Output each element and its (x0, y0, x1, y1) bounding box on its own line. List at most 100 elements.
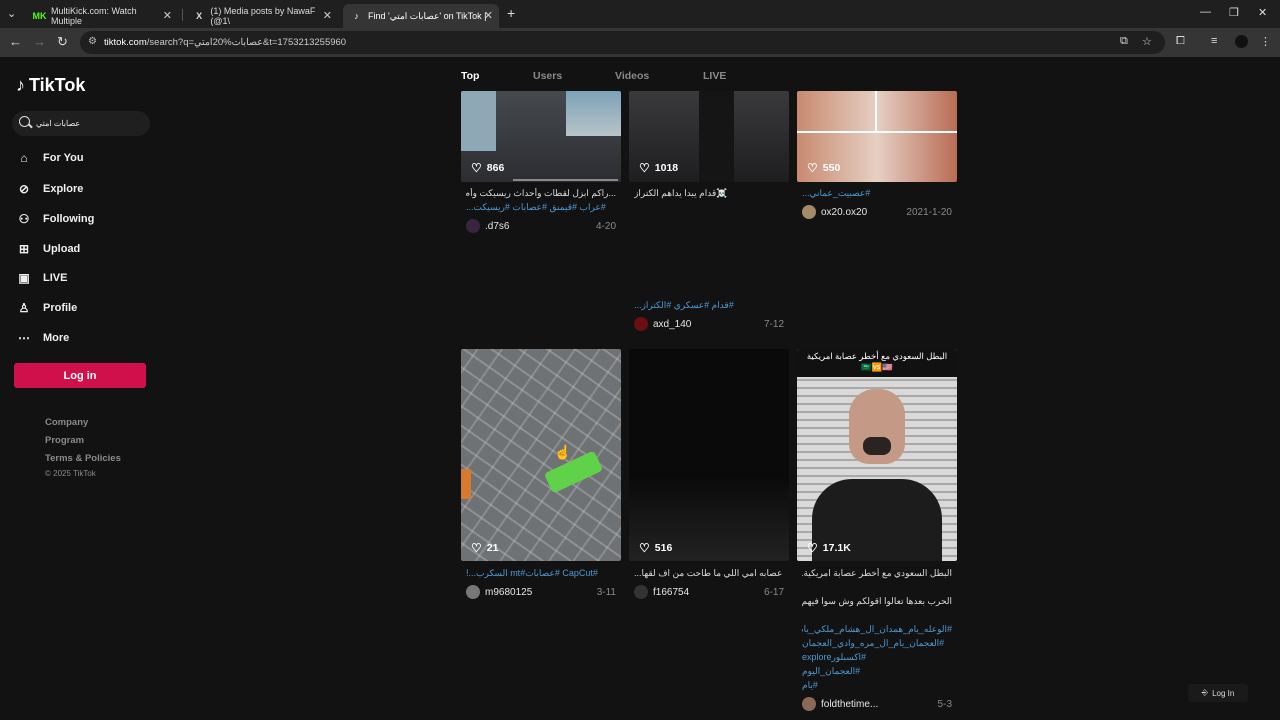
author-row[interactable]: ox20.ox20 2021-1-20 (802, 205, 952, 219)
video-tags[interactable]: #قدام #عسكري #الكتراز... (634, 300, 784, 311)
sidebar-item-profile[interactable]: ♙ Profile (16, 300, 78, 316)
video-tags[interactable]: #عراب #قيمنق #عصابات #ريسيكت... (466, 202, 616, 213)
sidebar-item-more[interactable]: ⋯ More (16, 330, 69, 346)
person-icon: ♙ (18, 301, 30, 315)
reload-icon[interactable]: ↻ (57, 34, 68, 50)
author-name: .d7s6 (485, 220, 510, 232)
sidebar-item-for-you[interactable]: ⌂ For You (16, 150, 83, 166)
sidebar-item-following[interactable]: ⚇ Following (16, 211, 95, 227)
avatar (466, 585, 480, 599)
footer-link-terms[interactable]: Terms & Policies (45, 453, 121, 464)
tab-videos[interactable]: Videos (615, 70, 649, 82)
live-tv-icon: ▣ (18, 271, 30, 285)
login-icon: ⎆ (1201, 688, 1209, 697)
post-date: 3-11 (596, 586, 616, 598)
url-path: /search?q=عصابات%20امتي&t=1753213255960 (146, 37, 347, 48)
author-row[interactable]: m9680125 3-11 (466, 585, 616, 599)
close-tab-icon[interactable]: ✕ (484, 9, 493, 22)
url-host: tiktok.com (104, 37, 147, 48)
video-tag-line[interactable]: #الوعله_يام_همدان_ال_هشام_ملكي_يام (802, 624, 952, 635)
floating-login-label: Log In (1212, 688, 1235, 698)
back-icon[interactable]: ← (9, 34, 22, 49)
video-thumbnail[interactable] (629, 349, 789, 561)
like-count: ♡ 1018 (639, 161, 678, 175)
browser-tab-strip: ⌄ MK MultiKick.com: Watch Multiple ✕ X (… (0, 0, 1280, 28)
mouse-cursor-icon: ☝ (554, 444, 572, 460)
home-icon: ⌂ (20, 151, 28, 165)
search-input[interactable]: عصابات امتي (12, 111, 150, 136)
video-tag-line[interactable]: #العجمان_اليوم (802, 666, 952, 677)
author-row[interactable]: f166754 6-17 (634, 585, 784, 599)
video-caption[interactable]: عصابه امي اللي ما طاحت من اف لقها... (634, 568, 784, 579)
install-app-icon[interactable]: ⧉ (1120, 35, 1128, 48)
browser-tab-x[interactable]: X (1) Media posts by NawaF (@1\ ✕ (186, 4, 338, 28)
video-caption[interactable]: البطل السعودي مع أخطر عصابة امريكية... (802, 568, 952, 579)
tab-search-icon[interactable]: ⌄ (7, 7, 16, 20)
media-control-icon[interactable]: ≡ (1211, 35, 1217, 47)
multikick-favicon-icon: MK (32, 11, 47, 21)
sidebar-item-upload[interactable]: ⊞ Upload (16, 241, 80, 257)
minimize-icon[interactable]: — (1200, 6, 1211, 18)
restore-icon[interactable]: ❐ (1229, 6, 1239, 19)
avatar (634, 585, 648, 599)
video-caption[interactable]: ☠️قدام يبدا يداهم الكتراز (634, 188, 784, 199)
footer-link-company[interactable]: Company (45, 417, 88, 428)
like-count: ♡ 21 (471, 541, 498, 555)
sidebar-item-live[interactable]: ▣ LIVE (16, 270, 67, 286)
author-name: m9680125 (485, 586, 533, 598)
footer-link-program[interactable]: Program (45, 435, 84, 446)
video-tag-line[interactable]: #اكسبلورexplore (802, 652, 952, 663)
author-row[interactable]: foldthetime... 5-3 (802, 697, 952, 711)
x-favicon-icon: X (196, 11, 203, 21)
new-tab-button[interactable]: + (507, 5, 515, 21)
tab-top[interactable]: Top (461, 70, 479, 82)
site-info-icon[interactable]: ⚙ (88, 36, 97, 47)
sidebar-item-label: LIVE (43, 272, 68, 284)
like-value: 866 (486, 162, 505, 174)
avatar (802, 697, 816, 711)
author-row[interactable]: .d7s6 4-20 (466, 219, 616, 233)
like-value: 550 (822, 162, 841, 174)
post-date: 7-12 (763, 318, 784, 330)
close-tab-icon[interactable]: ✕ (163, 9, 172, 22)
author-name: axd_140 (653, 318, 692, 330)
browser-toolbar: ← → ↻ ⚙ tiktok.com/search?q=عصابات%20امت… (0, 28, 1280, 57)
heart-icon: ♡ (639, 161, 650, 175)
video-tag-line[interactable]: #العجمان_يام_ال_مره_وادي_العجمان (802, 638, 952, 649)
video-tag-line[interactable]: #يام (802, 680, 952, 691)
tab-title: Find 'عصابات امتي' on TikTok | (368, 10, 487, 21)
tiktok-logo[interactable]: ♪ TikTok (16, 75, 85, 96)
profile-avatar-icon[interactable] (1235, 35, 1248, 48)
close-tab-icon[interactable]: ✕ (323, 9, 332, 22)
bookmark-star-icon[interactable]: ☆ (1142, 35, 1152, 48)
sidebar-item-label: More (43, 332, 70, 344)
video-tags[interactable]: #CapCut #عصابات#mt السكرب...! (466, 568, 616, 579)
post-date: 6-17 (763, 586, 784, 598)
sidebar-item-explore[interactable]: ⊘ Explore (16, 181, 83, 197)
like-value: 1018 (654, 162, 679, 174)
video-thumbnail[interactable]: البطل السعودي مع أخطر عصابة امريكية 🇸🇦🆚🇺… (797, 349, 957, 561)
video-tags[interactable]: #عصبيت_عماني... (802, 188, 952, 199)
video-caption-line2[interactable]: الحرب بعدها تعالوا اقولكم وش سوا فيهم ..… (802, 596, 952, 607)
avatar (466, 219, 480, 233)
tab-live[interactable]: LIVE (703, 70, 726, 82)
forward-icon[interactable]: → (33, 34, 46, 49)
login-button[interactable]: Log in (14, 363, 146, 388)
heart-icon: ♡ (639, 541, 650, 555)
floating-login-button[interactable]: ⎆ Log In (1188, 684, 1248, 702)
address-bar[interactable]: ⚙ tiktok.com/search?q=عصابات%20امتي&t=17… (80, 31, 1165, 54)
extensions-icon[interactable]: ⧠ (1176, 35, 1185, 48)
tab-users[interactable]: Users (533, 70, 562, 82)
author-row[interactable]: axd_140 7-12 (634, 317, 784, 331)
heart-icon: ♡ (807, 161, 818, 175)
menu-dots-icon[interactable]: ⋮ (1260, 35, 1271, 48)
author-name: foldthetime... (821, 698, 879, 710)
video-thumbnail[interactable]: ☝ (461, 349, 621, 561)
video-caption[interactable]: ...راكم ابزل لقطات وأحداث ريسيكت وأم تي (466, 188, 616, 199)
search-tabs: Top Users Videos LIVE (461, 70, 961, 90)
close-window-icon[interactable]: ✕ (1258, 6, 1267, 19)
browser-tab-tiktok[interactable]: ♪ Find 'عصابات امتي' on TikTok | ✕ (343, 4, 499, 28)
browser-tab-multikick[interactable]: MK MultiKick.com: Watch Multiple ✕ (26, 4, 178, 28)
avatar (634, 317, 648, 331)
sidebar-item-label: Explore (43, 183, 84, 195)
